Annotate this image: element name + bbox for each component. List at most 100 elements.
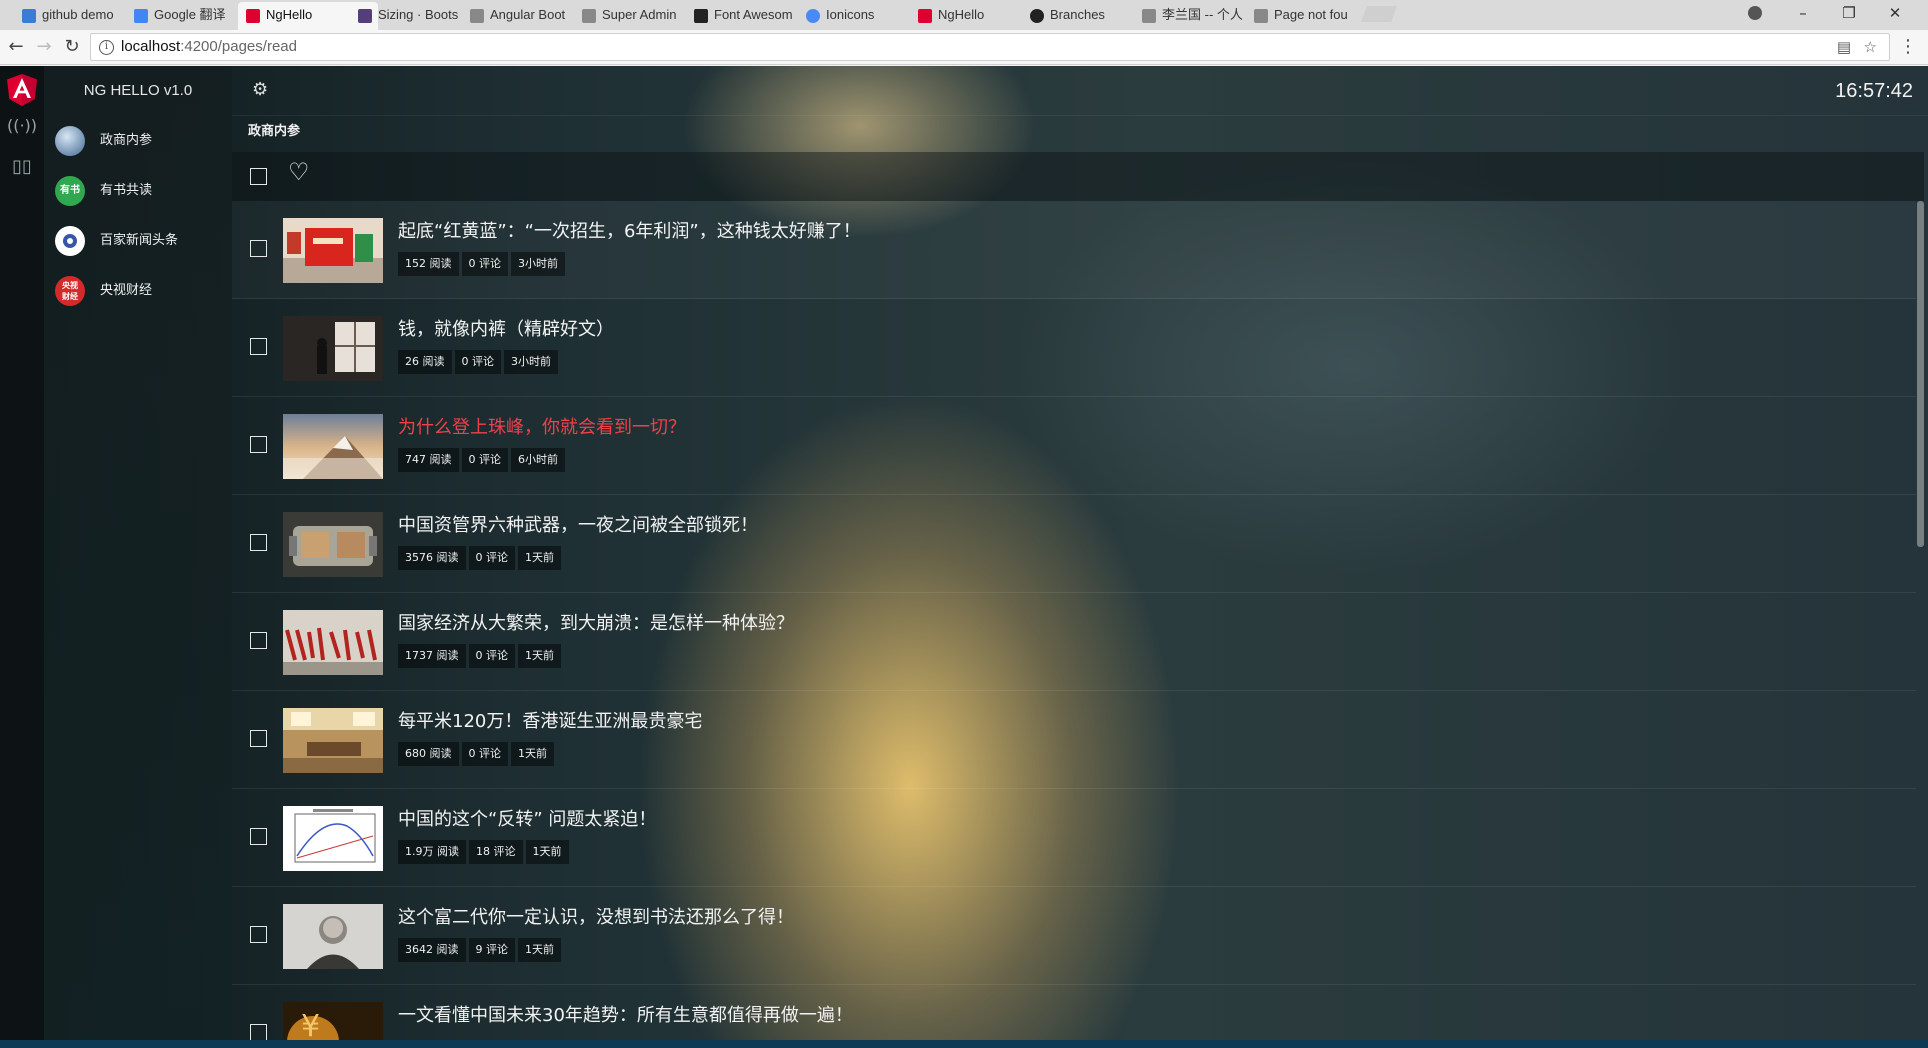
list-item[interactable]: 钱，就像内裤（精辟好文） 26 阅读 0 评论 3小时前	[232, 299, 1916, 397]
read-count-badge: 1737 阅读	[398, 644, 466, 668]
bookmark-star-icon[interactable]: ☆	[1864, 38, 1877, 56]
row-checkbox[interactable]	[250, 730, 267, 747]
restore-button[interactable]: ❐	[1826, 0, 1872, 28]
svg-text:¥: ¥	[301, 1009, 320, 1044]
forward-arrow-icon[interactable]: →	[32, 35, 56, 59]
list-item[interactable]: 为什么登上珠峰，你就会看到一切？ 747 阅读 0 评论 6小时前	[232, 397, 1916, 495]
reload-icon[interactable]: ↻	[60, 35, 84, 59]
address-bar: ← → ↻ i localhost:4200/pages/read ▤ ☆ ⋮	[0, 30, 1928, 65]
tab-favicon-icon	[694, 9, 708, 23]
article-meta: 3642 阅读 9 评论 1天前	[398, 938, 564, 964]
browser-tab-strip: github demo× Google 翻译× NgHello× Sizing …	[0, 0, 1928, 30]
row-checkbox[interactable]	[250, 828, 267, 845]
article-title[interactable]: 每平米120万！香港诞生亚洲最贵豪宅	[398, 707, 702, 733]
list-item[interactable]: 中国的这个“反转” 问题太紧迫！ 1.9万 阅读 18 评论 1天前	[232, 789, 1916, 887]
article-thumbnail[interactable]	[283, 904, 383, 969]
article-meta: 747 阅读 0 评论 6小时前	[398, 448, 568, 474]
broadcast-icon[interactable]: ((·))	[0, 116, 44, 135]
icon-rail: ((·)) ▯▯	[0, 66, 44, 1048]
article-thumbnail[interactable]	[283, 218, 383, 283]
article-thumbnail[interactable]	[283, 512, 383, 577]
article-title[interactable]: 起底“红黄蓝”：“一次招生，6年利润”，这种钱太好赚了！	[398, 217, 861, 243]
tab-title: NgHello	[266, 7, 313, 22]
book-icon[interactable]: ▯▯	[0, 156, 44, 177]
clock: 16:57:42	[1835, 80, 1913, 102]
os-taskbar	[0, 1040, 1928, 1048]
url-input[interactable]: i localhost:4200/pages/read ▤ ☆	[90, 33, 1890, 61]
scrollbar-thumb[interactable]	[1917, 201, 1924, 547]
tab-favicon-icon	[806, 9, 820, 23]
menu-icon[interactable]: ⋮	[1896, 35, 1920, 59]
row-checkbox[interactable]	[250, 436, 267, 453]
globe-icon	[55, 126, 85, 156]
timestamp-badge: 1天前	[511, 742, 554, 766]
list-item[interactable]: 每平米120万！香港诞生亚洲最贵豪宅 680 阅读 0 评论 1天前	[232, 691, 1916, 789]
sidebar-item-yangshi[interactable]: 央视 财经 央视财经	[44, 266, 232, 316]
article-title[interactable]: 国家经济从大繁荣，到大崩溃：是怎样一种体验？	[398, 609, 794, 635]
list-item[interactable]: ¥ 一文看懂中国未来30年趋势：所有生意都值得再做一遍！	[232, 985, 1916, 1048]
tab-favicon-icon	[470, 9, 484, 23]
minimize-button[interactable]: –	[1780, 0, 1826, 28]
tab-favicon-icon	[22, 9, 36, 23]
article-title[interactable]: 一文看懂中国未来30年趋势：所有生意都值得再做一遍！	[398, 1001, 853, 1027]
close-window-button[interactable]: ✕	[1872, 0, 1918, 28]
comment-count-badge: 0 评论	[461, 252, 508, 276]
sidebar-item-zhengshang[interactable]: 政商内参	[44, 116, 232, 166]
row-checkbox[interactable]	[250, 926, 267, 943]
tab-title: Sizing · Boots	[378, 7, 459, 22]
top-bar: ⚙ 16:57:42	[232, 66, 1928, 116]
tab-favicon-icon	[246, 9, 260, 23]
article-thumbnail[interactable]	[283, 806, 383, 871]
article-title[interactable]: 为什么登上珠峰，你就会看到一切？	[398, 413, 686, 439]
tab-title: Google 翻译	[154, 7, 226, 22]
heart-icon[interactable]: ♡	[288, 158, 310, 186]
select-all-checkbox[interactable]	[250, 168, 267, 185]
article-thumbnail[interactable]	[283, 414, 383, 479]
list-toolbar: ♡	[232, 152, 1924, 201]
app-root: ((·)) ▯▯ NG HELLO v1.0 政商内参 有书 有书共读 百家新闻…	[0, 66, 1928, 1048]
list-item[interactable]: 起底“红黄蓝”：“一次招生，6年利润”，这种钱太好赚了！ 152 阅读 0 评论 3…	[232, 201, 1916, 299]
sidebar-item-baijia[interactable]: 百家新闻头条	[44, 216, 232, 266]
info-icon[interactable]: i	[99, 40, 114, 55]
tab-title: 李兰国 -- 个人	[1162, 7, 1243, 22]
read-count-badge: 747 阅读	[398, 448, 459, 472]
profile-icon[interactable]	[1748, 6, 1762, 20]
article-title[interactable]: 中国的这个“反转” 问题太紧迫！	[398, 805, 656, 831]
timestamp-badge: 3小时前	[511, 252, 565, 276]
sidebar-item-label: 有书共读	[100, 183, 153, 198]
row-checkbox[interactable]	[250, 338, 267, 355]
cctv-finance-logo-icon: 央视 财经	[55, 276, 85, 306]
article-thumbnail[interactable]	[283, 610, 383, 675]
article-title[interactable]: 钱，就像内裤（精辟好文）	[398, 315, 614, 341]
app-brand: NG HELLO v1.0	[83, 82, 193, 99]
row-checkbox[interactable]	[250, 1024, 267, 1041]
translate-icon[interactable]: ▤	[1837, 38, 1851, 56]
tab-favicon-icon	[358, 9, 372, 23]
read-count-badge: 3576 阅读	[398, 546, 466, 570]
article-meta: 26 阅读 0 评论 3小时前	[398, 350, 561, 376]
comment-count-badge: 0 评论	[461, 448, 508, 472]
row-checkbox[interactable]	[250, 534, 267, 551]
list-item[interactable]: 中国资管界六种武器，一夜之间被全部锁死！ 3576 阅读 0 评论 1天前	[232, 495, 1916, 593]
tab-favicon-icon	[918, 9, 932, 23]
comment-count-badge: 0 评论	[468, 546, 515, 570]
list-item[interactable]: 国家经济从大繁荣，到大崩溃：是怎样一种体验？ 1737 阅读 0 评论 1天前	[232, 593, 1916, 691]
row-checkbox[interactable]	[250, 632, 267, 649]
comment-count-badge: 18 评论	[469, 840, 523, 864]
sidebar-item-label: 政商内参	[100, 133, 153, 148]
read-count-badge: 680 阅读	[398, 742, 459, 766]
tab-title: Super Admin	[602, 7, 677, 22]
timestamp-badge: 1天前	[525, 840, 569, 864]
breadcrumb: 政商内参	[248, 124, 301, 139]
gear-icon[interactable]: ⚙	[252, 79, 268, 100]
sidebar-item-youshu[interactable]: 有书 有书共读	[44, 166, 232, 216]
back-arrow-icon[interactable]: ←	[4, 35, 28, 59]
article-thumbnail[interactable]	[283, 708, 383, 773]
read-count-badge: 1.9万 阅读	[398, 840, 466, 864]
article-title[interactable]: 中国资管界六种武器，一夜之间被全部锁死！	[398, 511, 758, 537]
list-item[interactable]: 这个富二代你一定认识，没想到书法还那么了得！ 3642 阅读 9 评论 1天前	[232, 887, 1916, 985]
row-checkbox[interactable]	[250, 240, 267, 257]
new-tab-button[interactable]	[1361, 6, 1397, 22]
article-thumbnail[interactable]	[283, 316, 383, 381]
article-title[interactable]: 这个富二代你一定认识，没想到书法还那么了得！	[398, 903, 794, 929]
